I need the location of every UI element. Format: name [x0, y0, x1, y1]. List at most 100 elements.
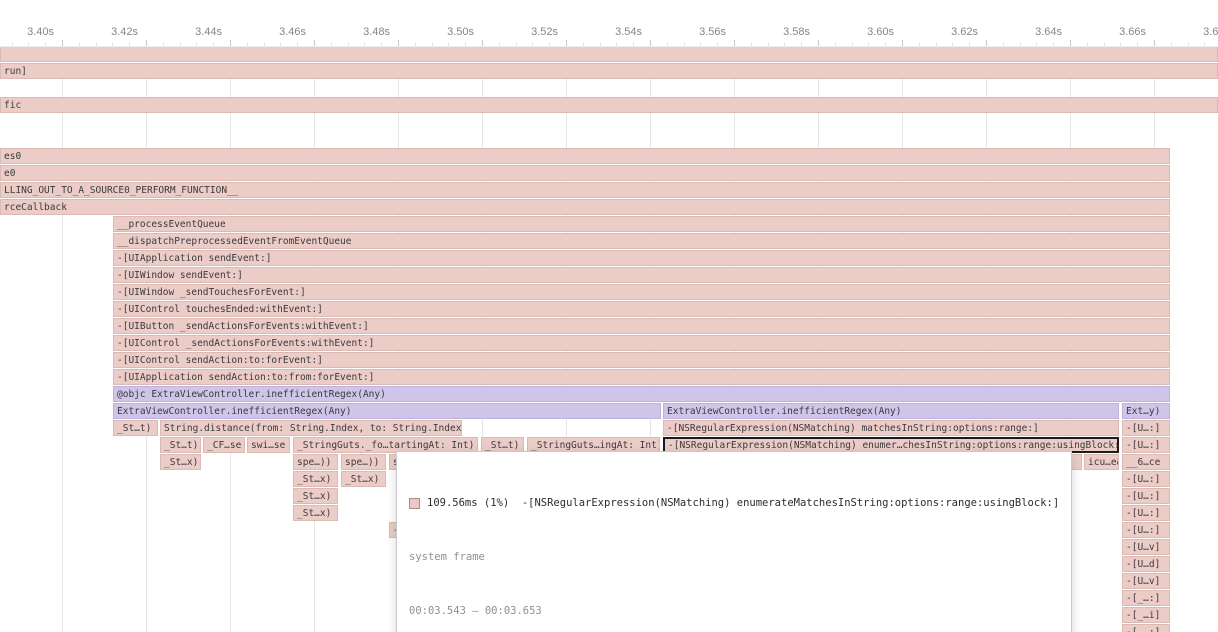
flame-frame[interactable]: swi…se — [247, 437, 290, 453]
flame-frame[interactable]: e0 — [0, 165, 1170, 181]
ruler-minor-tick — [448, 43, 449, 46]
ruler-minor-tick — [1188, 43, 1189, 46]
ruler-tick-label: 3.56s — [676, 26, 726, 38]
ruler-minor-tick — [415, 43, 416, 46]
ruler-minor-tick — [96, 43, 97, 46]
tooltip-time-range: 00:03.543 — 00:03.653 — [409, 605, 1059, 617]
ruler-minor-tick — [196, 43, 197, 46]
flame-frame[interactable]: _CF…se — [203, 437, 245, 453]
flame-frame[interactable]: String.distance(from: String.Index, to: … — [160, 420, 462, 436]
flame-frame[interactable]: icu…e&) — [1084, 454, 1119, 470]
ruler-minor-tick — [1120, 43, 1121, 46]
flame-frame[interactable]: __processEventQueue — [113, 216, 1170, 232]
ruler-minor-tick — [583, 43, 584, 46]
ruler-minor-tick — [1204, 43, 1205, 46]
ruler-minor-tick — [432, 43, 433, 46]
ruler-minor-tick — [616, 43, 617, 46]
flame-frame[interactable]: _St…x) — [341, 471, 386, 487]
flame-frame[interactable]: -[_…i] — [1122, 607, 1170, 623]
flame-frame[interactable]: _St…x) — [293, 505, 338, 521]
flame-frame[interactable]: __dispatchPreprocessedEventFromEventQueu… — [113, 233, 1170, 249]
flame-frame[interactable]: -[U…:] — [1122, 437, 1170, 453]
flame-frame[interactable]: __6…ce — [1122, 454, 1170, 470]
flame-frame[interactable]: -[U…:] — [1122, 522, 1170, 538]
ruler-tick-label: 3.58s — [760, 26, 810, 38]
flame-frame[interactable]: -[U…:] — [1122, 471, 1170, 487]
ruler-major-tick — [230, 40, 231, 46]
flame-frame[interactable]: -[_…:] — [1122, 590, 1170, 606]
ruler-minor-tick — [868, 43, 869, 46]
ruler-tick-label: 3.48s — [340, 26, 390, 38]
flame-frame[interactable]: -[U…:] — [1122, 488, 1170, 504]
ruler-major-tick — [650, 40, 651, 46]
flame-frame[interactable]: spe…)) — [293, 454, 338, 470]
instruments-flame-graph-view: run] fic es0e0LLING_OUT_TO_A_SOURCE0_PERFO… — [0, 0, 1218, 632]
ruler-minor-tick — [297, 43, 298, 46]
ruler-tick-label: 3.50s — [424, 26, 474, 38]
flame-frame[interactable]: -[U…v] — [1122, 573, 1170, 589]
flame-frame[interactable]: _St…t) — [113, 420, 158, 436]
flame-frame[interactable]: _St…x) — [160, 454, 201, 470]
flame-frame[interactable]: ExtraViewController.inefficientRegex(Any… — [113, 403, 661, 419]
flame-frame[interactable]: -[U…:] — [1122, 420, 1170, 436]
flame-frame[interactable]: Ext…y) — [1122, 403, 1170, 419]
ruler-minor-tick — [280, 43, 281, 46]
tooltip-title: 109.56ms (1%) -[NSRegularExpression(NSMa… — [427, 497, 1059, 509]
ruler-minor-tick — [129, 43, 130, 46]
flame-frame[interactable]: -[UIWindow _sendTouchesForEvent:] — [113, 284, 1170, 300]
ruler-major-tick — [818, 40, 819, 46]
ruler-minor-tick — [852, 43, 853, 46]
ruler-minor-tick — [516, 43, 517, 46]
flame-frame[interactable]: LLING_OUT_TO_A_SOURCE0_PERFORM_FUNCTION_… — [0, 182, 1170, 198]
flame-frame[interactable]: _St…t) — [160, 437, 201, 453]
ruler-major-tick — [1154, 40, 1155, 46]
ruler-minor-tick — [952, 43, 953, 46]
ruler-major-tick — [986, 40, 987, 46]
flame-frame[interactable]: fic — [0, 97, 1218, 113]
flame-frame[interactable]: -[U…:] — [1122, 505, 1170, 521]
ruler-minor-tick — [801, 43, 802, 46]
flame-frame[interactable]: @objc ExtraViewController.inefficientReg… — [113, 386, 1170, 402]
flame-frame[interactable]: es0 — [0, 148, 1170, 164]
ruler-tick-label: 3.66s — [1096, 26, 1146, 38]
ruler-minor-tick — [600, 43, 601, 46]
time-ruler[interactable]: 3.40s3.42s3.44s3.46s3.48s3.50s3.52s3.54s… — [0, 0, 1218, 47]
flame-frame[interactable]: -[UIControl sendAction:to:forEvent:] — [113, 352, 1170, 368]
flame-frame[interactable] — [0, 46, 1218, 62]
ruler-minor-tick — [768, 43, 769, 46]
flame-frame[interactable]: _St…x) — [293, 471, 338, 487]
flame-frame[interactable]: -[UIApplication sendEvent:] — [113, 250, 1170, 266]
flame-frame[interactable]: ExtraViewController.inefficientRegex(Any… — [663, 403, 1119, 419]
ruler-minor-tick — [700, 43, 701, 46]
flame-frame[interactable]: run] — [0, 63, 1218, 79]
ruler-minor-tick — [885, 43, 886, 46]
ruler-minor-tick — [1036, 43, 1037, 46]
flame-frame[interactable]: -[NSRegularExpression(NSMatching) matche… — [663, 420, 1119, 436]
ruler-minor-tick — [835, 43, 836, 46]
ruler-major-tick — [146, 40, 147, 46]
ruler-tick-label: 3.42s — [88, 26, 138, 38]
flame-frame[interactable]: -[UIButton _sendActionsForEvents:withEve… — [113, 318, 1170, 334]
ruler-minor-tick — [381, 43, 382, 46]
ruler-minor-tick — [163, 43, 164, 46]
ruler-minor-tick — [12, 43, 13, 46]
ruler-minor-tick — [79, 43, 80, 46]
ruler-minor-tick — [1104, 43, 1105, 46]
flame-frame[interactable]: -[_…:] — [1122, 624, 1170, 632]
flame-frame[interactable]: -[U…v] — [1122, 539, 1170, 555]
ruler-minor-tick — [213, 43, 214, 46]
ruler-minor-tick — [717, 43, 718, 46]
flame-frame[interactable]: spe…)) — [341, 454, 386, 470]
flame-frame[interactable]: -[UIControl touchesEnded:withEvent:] — [113, 301, 1170, 317]
ruler-minor-tick — [28, 43, 29, 46]
flame-frame[interactable]: rceCallback — [0, 199, 1170, 215]
flame-frame[interactable]: -[U…d] — [1122, 556, 1170, 572]
flame-frame[interactable]: -[UIWindow sendEvent:] — [113, 267, 1170, 283]
flame-frame[interactable]: -[UIControl _sendActionsForEvents:withEv… — [113, 335, 1170, 351]
flame-frame[interactable]: _St…x) — [293, 488, 338, 504]
ruler-minor-tick — [936, 43, 937, 46]
ruler-major-tick — [1070, 40, 1071, 46]
ruler-minor-tick — [264, 43, 265, 46]
ruler-minor-tick — [45, 43, 46, 46]
flame-frame[interactable]: -[UIApplication sendAction:to:from:forEv… — [113, 369, 1170, 385]
